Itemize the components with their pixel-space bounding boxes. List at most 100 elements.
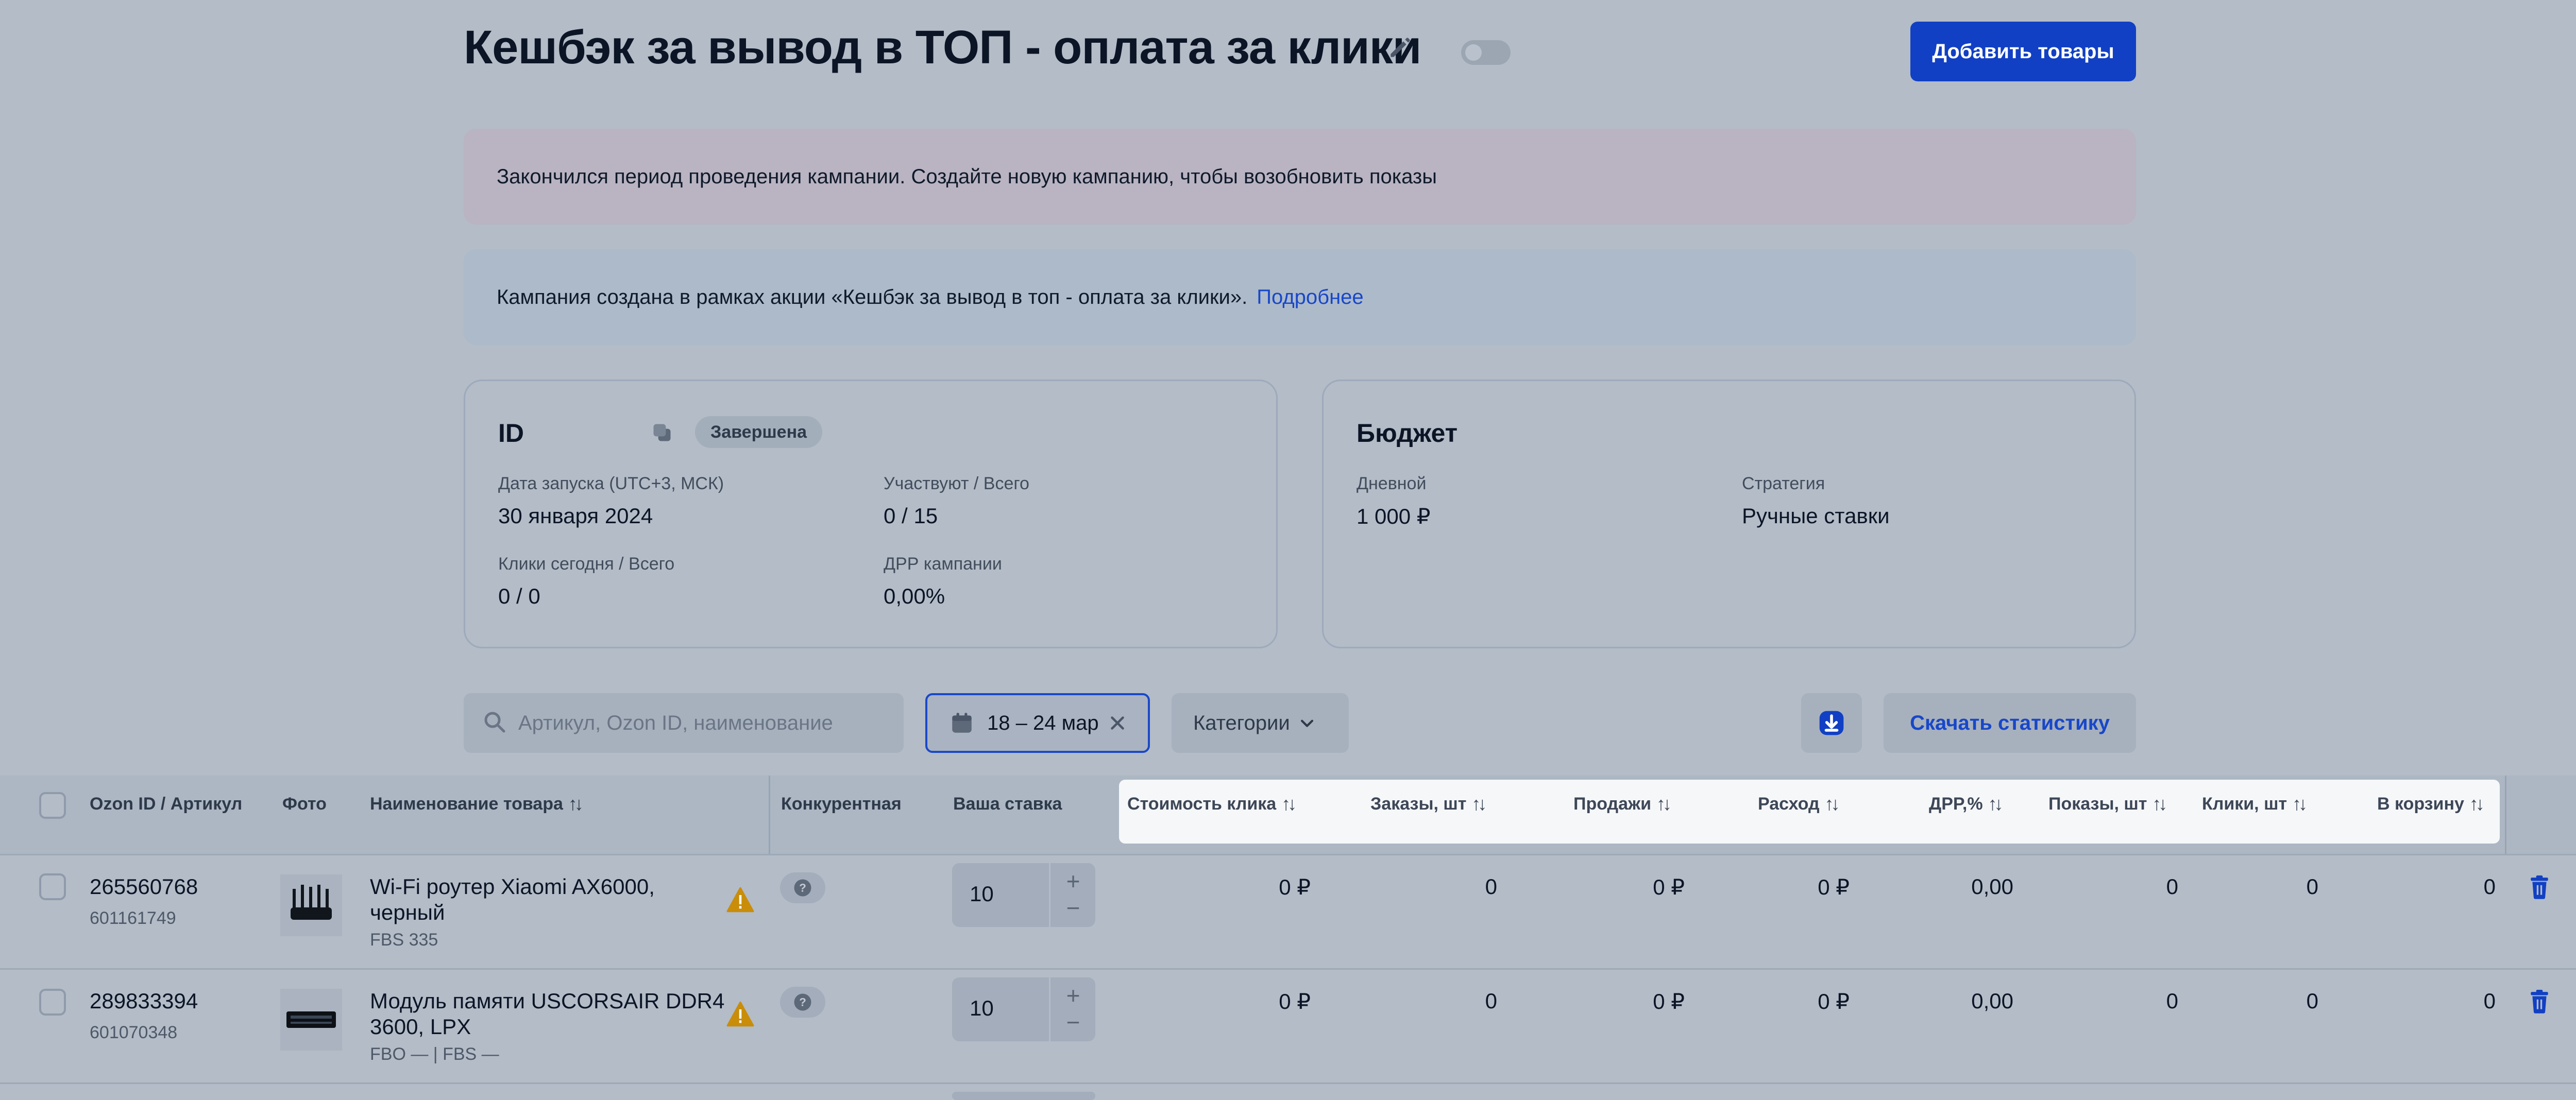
date-range-button[interactable]: 18 – 24 мар xyxy=(925,693,1150,753)
row-checkbox[interactable] xyxy=(39,873,66,900)
banner-text: Кампания создана в рамках акции «Кешбэк … xyxy=(497,285,1248,308)
svg-text:?: ? xyxy=(799,882,806,895)
campaign-id-card: ID Завершена Дата запуска (UTC+3, МСК) 3… xyxy=(464,380,1278,648)
warning-icon[interactable] xyxy=(726,1001,754,1029)
categories-dropdown[interactable]: Категории xyxy=(1172,693,1349,753)
product-name-line1[interactable]: Wi-Fi роутер Xiaomi AX6000, xyxy=(370,874,655,899)
search-icon xyxy=(482,710,507,737)
pencil-icon[interactable] xyxy=(1386,33,1415,62)
trash-icon[interactable] xyxy=(2529,990,2550,1016)
card-title: ID xyxy=(498,419,524,448)
banner-text: Закончился период проведения кампании. С… xyxy=(497,165,1437,188)
increase-bid-button[interactable]: + xyxy=(1055,868,1091,894)
col-name-label: Наименование товара xyxy=(370,794,563,814)
col-orders-label: Заказы, шт xyxy=(1370,794,1467,814)
daily-budget-value: 1 000 ₽ xyxy=(1357,504,1431,528)
decrease-bid-button[interactable]: − xyxy=(1055,1009,1091,1035)
question-icon[interactable]: ? xyxy=(780,872,825,903)
sort-icon: ↑↓ xyxy=(1824,793,1840,814)
download-icon-button[interactable] xyxy=(1801,693,1862,753)
row-checkbox[interactable] xyxy=(39,989,66,1016)
chevron-down-icon xyxy=(1298,714,1316,732)
card-title: Бюджет xyxy=(1357,419,1458,448)
strategy-label: Стратегия xyxy=(1742,474,1825,493)
question-icon[interactable]: ? xyxy=(780,987,825,1018)
bid-value[interactable]: 10 xyxy=(970,996,994,1021)
views-value: 0 xyxy=(2166,874,2178,899)
campaign-toggle[interactable] xyxy=(1461,40,1511,65)
campaign-ended-banner: Закончился период проведения кампании. С… xyxy=(464,129,2136,225)
launch-date-value: 30 января 2024 xyxy=(498,504,653,528)
product-name-line1[interactable]: Модуль памяти USCORSAIR DDR4 xyxy=(370,989,724,1013)
participate-label: Участвуют / Всего xyxy=(884,474,1029,493)
categories-label: Категории xyxy=(1193,711,1290,734)
drr-value: 0,00 xyxy=(1971,989,2013,1013)
decrease-bid-button[interactable]: − xyxy=(1055,895,1091,921)
spend-value: 0 ₽ xyxy=(1818,989,1850,1013)
copy-icon[interactable] xyxy=(651,421,673,444)
col-views[interactable]: Показы, шт ↑↓ xyxy=(2048,791,2167,817)
col-clicks-label: Клики, шт xyxy=(2202,794,2287,814)
calendar-icon xyxy=(949,710,975,736)
clicks-value: 0 xyxy=(2306,989,2318,1013)
orders-value: 0 xyxy=(1485,989,1497,1013)
add-products-button[interactable]: Добавить товары xyxy=(1910,22,2136,81)
drr-value: 0,00 xyxy=(1971,874,2013,899)
svg-text:?: ? xyxy=(799,996,806,1009)
click-cost-value: 0 ₽ xyxy=(1279,875,1311,899)
stepper-divider xyxy=(1049,863,1050,927)
table-row xyxy=(0,1082,2576,1100)
download-stats-button[interactable]: Скачать статистику xyxy=(1884,693,2136,753)
drr-value: 0,00% xyxy=(884,584,945,608)
spend-value: 0 ₽ xyxy=(1818,875,1850,899)
col-click-cost[interactable]: Стоимость клика ↑↓ xyxy=(1127,791,1297,817)
budget-card: Бюджет Дневной 1 000 ₽ Стратегия Ручные … xyxy=(1322,380,2136,648)
col-drr[interactable]: ДРР,% ↑↓ xyxy=(1929,791,2004,817)
col-orders[interactable]: Заказы, шт ↑↓ xyxy=(1370,791,1487,817)
daily-budget-label: Дневной xyxy=(1357,474,1427,493)
col-id: Ozon ID / Артикул xyxy=(90,794,243,814)
sort-icon: ↑↓ xyxy=(2292,793,2308,814)
col-sales[interactable]: Продажи ↑↓ xyxy=(1573,791,1672,817)
select-all-checkbox[interactable] xyxy=(39,792,66,819)
cart-value: 0 xyxy=(2483,989,2496,1013)
ozon-id: 289833394 xyxy=(90,989,198,1013)
sort-icon: ↑↓ xyxy=(568,793,584,814)
stepper-divider xyxy=(1049,977,1050,1041)
product-thumbnail[interactable] xyxy=(280,989,342,1051)
product-thumbnail[interactable] xyxy=(280,874,342,936)
status-badge: Завершена xyxy=(695,416,823,448)
trash-icon[interactable] xyxy=(2529,875,2550,902)
close-icon[interactable] xyxy=(1108,714,1127,732)
col-cart-label: В корзину xyxy=(2377,794,2464,814)
search-input[interactable]: Артикул, Ozon ID, наименование xyxy=(464,693,904,753)
product-name-line2[interactable]: 3600, LPX xyxy=(370,1015,471,1039)
col-competitive: Конкурентная xyxy=(781,794,902,814)
bid-stepper[interactable] xyxy=(952,1092,1095,1100)
col-name[interactable]: Наименование товара ↑↓ xyxy=(370,791,584,817)
more-link[interactable]: Подробнее xyxy=(1257,286,1363,309)
col-cart[interactable]: В корзину ↑↓ xyxy=(2377,791,2485,817)
page-title: Кешбэк за вывод в ТОП - оплата за клики xyxy=(464,21,1421,74)
orders-value: 0 xyxy=(1485,874,1497,899)
col-spend[interactable]: Расход ↑↓ xyxy=(1758,791,1840,817)
promo-info-banner: Кампания создана в рамках акции «Кешбэк … xyxy=(464,249,2136,345)
views-value: 0 xyxy=(2166,989,2178,1013)
stock-info: FBO — | FBS — xyxy=(370,1044,499,1064)
bid-stepper[interactable]: 10 + − xyxy=(952,977,1095,1041)
search-placeholder: Артикул, Ozon ID, наименование xyxy=(518,711,833,734)
bid-stepper[interactable]: 10 + − xyxy=(952,863,1095,927)
date-range-value: 18 – 24 мар xyxy=(987,711,1099,734)
bid-value[interactable]: 10 xyxy=(970,882,994,906)
product-name-line2[interactable]: черный xyxy=(370,900,445,925)
col-click-cost-label: Стоимость клика xyxy=(1127,794,1277,814)
sort-icon: ↑↓ xyxy=(1471,793,1487,814)
warning-icon[interactable] xyxy=(726,887,754,915)
clicks-value: 0 xyxy=(2306,874,2318,899)
sales-value: 0 ₽ xyxy=(1653,875,1685,899)
sort-icon: ↑↓ xyxy=(2152,793,2167,814)
col-clicks[interactable]: Клики, шт ↑↓ xyxy=(2202,791,2308,817)
clicks-label: Клики сегодня / Всего xyxy=(498,554,675,574)
increase-bid-button[interactable]: + xyxy=(1055,983,1091,1008)
col-bid: Ваша ставка xyxy=(953,794,1062,814)
